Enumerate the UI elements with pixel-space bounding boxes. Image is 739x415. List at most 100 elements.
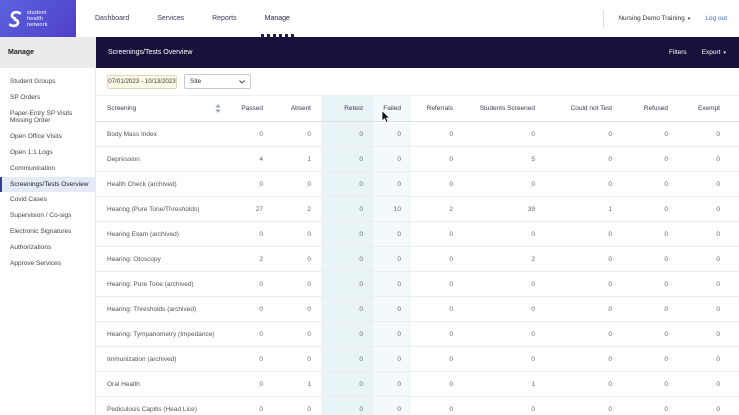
students-screened-cell: 1 [463,371,545,397]
refused-cell: 0 [622,396,678,415]
referrals-cell[interactable]: 2 [411,196,463,222]
absent-cell[interactable]: 1 [273,146,321,172]
exempt-cell: 0 [678,146,739,172]
nav-item-dashboard[interactable]: Dashboard [91,0,133,37]
referrals-cell: 0 [411,296,463,322]
account-menu[interactable]: Nursing Demo Training ▾ [618,15,690,22]
sidebar-item-communication[interactable]: Communication [0,161,95,177]
absent-cell: 0 [273,246,321,272]
column-header-screening[interactable]: Screening [96,95,225,122]
exempt-cell: 0 [678,346,739,372]
screening-name-cell: Oral Health [96,371,225,397]
sort-icon[interactable] [215,104,221,113]
column-header-label: Screening [107,105,137,112]
brand-logo[interactable]: student health network [0,0,76,37]
column-header-passed[interactable]: Passed [225,95,273,122]
failed-cell: 0 [373,221,411,247]
sidebar-item-sp-orders[interactable]: SP Orders [0,90,95,106]
absent-cell: 0 [273,296,321,322]
sidebar-item-electronic-signatures[interactable]: Electronic Signatures [0,224,95,240]
top-header: student health network Dashboard Services Re… [0,0,739,37]
retest-cell: 0 [321,321,373,347]
column-header-referrals[interactable]: Referrals [411,95,463,122]
refused-cell: 0 [622,246,678,272]
brand-name: student health network [27,9,48,28]
sidebar-item-approve-services[interactable]: Approve Services [0,256,95,272]
logout-link[interactable]: Log out [705,15,727,22]
screening-name-cell: Pediculosis Capitis (Head Lice) [96,396,225,415]
retest-cell: 0 [321,396,373,415]
table-row: Hearing: Thresholds (archived) 0 0 0 0 0 0 0 0 0 [96,296,739,322]
screening-name-cell: Depression [96,146,225,172]
absent-cell: 0 [273,121,321,147]
column-header-exempt[interactable]: Exempt [678,95,739,122]
sidebar-item-student-groups[interactable]: Student Groups [0,74,95,90]
nav-item-services[interactable]: Services [153,0,188,37]
students-screened-cell: 5 [463,146,545,172]
sidebar-item-open-1-1-logs[interactable]: Open 1:1 Logs [0,145,95,161]
failed-cell: 0 [373,396,411,415]
refused-cell: 0 [622,221,678,247]
table-row: Depression 4 1 0 0 0 5 0 0 0 [96,146,739,172]
failed-cell: 0 [373,371,411,397]
absent-cell[interactable]: 2 [273,196,321,222]
refused-cell: 0 [622,171,678,197]
could-not-test-cell[interactable]: 1 [545,196,622,222]
retest-cell: 0 [321,346,373,372]
refused-cell: 0 [622,271,678,297]
exempt-cell: 0 [678,396,739,415]
absent-cell: 0 [273,346,321,372]
filter-row: Site [96,68,739,95]
failed-cell: 0 [373,146,411,172]
referrals-cell: 0 [411,246,463,272]
column-header-failed[interactable]: Failed [373,95,411,122]
students-screened-cell: 39 [463,196,545,222]
passed-cell[interactable]: 4 [225,146,273,172]
passed-cell[interactable]: 27 [225,196,273,222]
brand-s-icon [8,10,22,27]
exempt-cell: 0 [678,221,739,247]
could-not-test-cell: 0 [545,121,622,147]
table-header-row: Screening Passed Absent Retest Failed Referra… [96,95,739,122]
table-row: Hearing: Otoscopy 2 0 0 0 0 2 0 0 0 [96,246,739,272]
sidebar-item-covid-cases[interactable]: Covid Cases [0,192,95,208]
sidebar-item-authorizations[interactable]: Authorizations [0,240,95,256]
column-header-could-not-test[interactable]: Could not Test [545,95,622,122]
column-header-retest[interactable]: Retest [321,95,373,122]
referrals-cell: 0 [411,121,463,147]
retest-cell: 0 [321,246,373,272]
nav-item-manage[interactable]: Manage [260,0,294,37]
sidebar-item-open-office-visits[interactable]: Open Office Visits [0,129,95,145]
refused-cell: 0 [622,321,678,347]
absent-cell[interactable]: 1 [273,371,321,397]
failed-cell: 0 [373,296,411,322]
sidebar-item-paper-entry-sp-visits-missing-order[interactable]: Paper-Entry SP Visits Missing Order [0,106,95,130]
date-range-input[interactable] [107,74,177,89]
column-header-students-screened[interactable]: Students Screened [463,95,545,122]
students-screened-cell: 0 [463,121,545,147]
filters-button[interactable]: Filters [669,49,687,56]
sidebar-item-screenings-tests-overview[interactable]: Screenings/Tests Overview [0,176,95,193]
sidebar-nav: Student Groups SP Orders Paper-Entry SP Vi… [0,68,95,271]
screenings-table: Screening Passed Absent Retest Failed Referra… [96,95,739,415]
students-screened-cell: 2 [463,246,545,272]
column-header-absent[interactable]: Absent [273,95,321,122]
chevron-down-icon: ▾ [687,15,691,22]
failed-cell[interactable]: 10 [373,196,411,222]
export-button[interactable]: Export ▾ [702,49,726,56]
sidebar-item-supervision-co-sigs[interactable]: Supervision / Co-sigs [0,208,95,224]
referrals-cell: 0 [411,396,463,415]
site-filter-select[interactable]: Site [184,74,251,89]
students-screened-cell: 0 [463,221,545,247]
nav-item-reports[interactable]: Reports [208,0,241,37]
retest-cell: 0 [321,271,373,297]
sidebar: Manage Student Groups SP Orders Paper-Entr… [0,37,96,415]
could-not-test-cell: 0 [545,246,622,272]
referrals-cell: 0 [411,221,463,247]
students-screened-cell: 0 [463,171,545,197]
account-name: Nursing Demo Training [618,15,685,22]
students-screened-cell: 0 [463,271,545,297]
passed-cell[interactable]: 2 [225,246,273,272]
column-header-refused[interactable]: Refused [622,95,678,122]
exempt-cell: 0 [678,296,739,322]
